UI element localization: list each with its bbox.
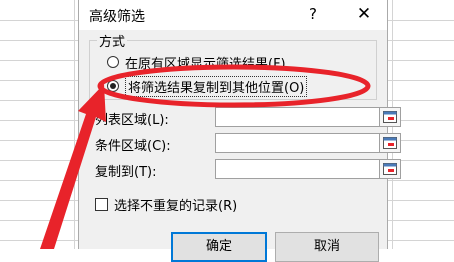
close-button[interactable]: ✕: [349, 2, 379, 26]
collapse-range-icon: [383, 137, 397, 149]
copy-to-input[interactable]: [215, 159, 401, 179]
collapse-range-icon: [383, 163, 397, 175]
criteria-range-collapse-button[interactable]: [379, 133, 401, 153]
list-range-collapse-button[interactable]: [379, 107, 401, 127]
advanced-filter-dialog: 高级筛选 ? ✕ 方式 在原有区域显示筛选结果(F) 将筛选结果复制到其他位置(…: [78, 0, 401, 262]
radio-circle[interactable]: [107, 56, 119, 68]
copy-to-collapse-button[interactable]: [379, 159, 401, 179]
criteria-range-row: 条件区域(C):: [95, 133, 401, 155]
radio-filter-in-place-label: 在原有区域显示筛选结果(F): [125, 56, 286, 72]
radio-filter-in-place[interactable]: 在原有区域显示筛选结果(F): [107, 52, 286, 72]
collapse-range-icon: [383, 111, 397, 123]
dialog-title: 高级筛选: [89, 9, 145, 25]
unique-records-checkbox[interactable]: [95, 197, 108, 211]
copy-to-row: 复制到(T):: [95, 159, 401, 181]
unique-records-label: 选择不重复的记录(R): [114, 198, 238, 214]
dialog-titlebar: 高级筛选 ? ✕: [79, 0, 387, 30]
list-range-input[interactable]: [215, 107, 401, 127]
radio-copy-to-location[interactable]: 将筛选结果复制到其他位置(O): [107, 75, 308, 97]
ok-button[interactable]: 确定: [171, 232, 267, 262]
criteria-range-input[interactable]: [215, 133, 401, 153]
unique-records-checkbox-row[interactable]: 选择不重复的记录(R): [95, 194, 237, 214]
criteria-range-label: 条件区域(C):: [95, 138, 171, 154]
help-button[interactable]: ?: [299, 2, 327, 26]
radio-circle-checked[interactable]: [107, 80, 119, 92]
radio-copy-to-location-label: 将筛选结果复制到其他位置(O): [125, 75, 308, 97]
cancel-button[interactable]: 取消: [275, 232, 379, 262]
copy-to-label: 复制到(T):: [95, 164, 157, 180]
list-range-row: 列表区域(L):: [95, 107, 401, 129]
method-group-label: 方式: [97, 31, 128, 50]
list-range-label: 列表区域(L):: [95, 112, 169, 128]
grid-column-line: [74, 0, 75, 249]
